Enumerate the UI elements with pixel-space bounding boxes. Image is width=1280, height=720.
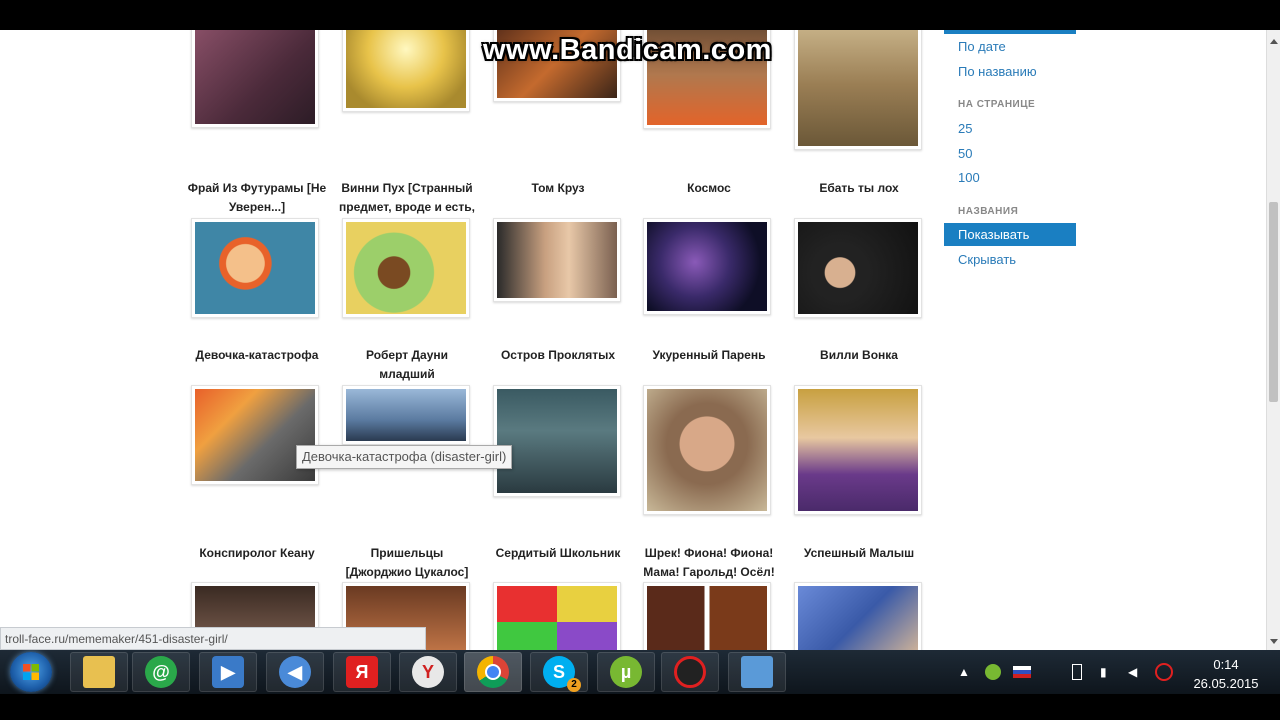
per-page-heading: НА СТРАНИЦЕ	[958, 99, 1036, 110]
taskbar-yandex[interactable]: Я	[333, 652, 391, 692]
bandicam-icon	[674, 656, 706, 688]
explorer-icon	[83, 656, 115, 688]
clock-date: 26.05.2015	[1193, 676, 1259, 691]
taskbar-utorrent[interactable]: µ	[597, 652, 655, 692]
taskbar-yandex-browser[interactable]: Y	[399, 652, 457, 692]
caption-fry[interactable]: Фрай Из Футурамы [Не Уверен...]	[187, 179, 327, 217]
taskbar-media-player[interactable]: ▶	[199, 652, 257, 692]
meme-thumb-dancing-kids[interactable]	[794, 30, 922, 150]
per-page-25-link[interactable]: 25	[958, 121, 972, 136]
meme-thumb-fry[interactable]	[191, 218, 319, 318]
caption-stoned-guy[interactable]: Укуренный Парень	[639, 346, 779, 365]
chrome-icon	[477, 656, 509, 688]
sort-by-date-link[interactable]: По дате	[958, 39, 1006, 54]
meme-thumb-cosmos[interactable]	[643, 218, 771, 315]
tray-battery-icon[interactable]	[1072, 650, 1082, 694]
sidebar-active-sort-indicator	[944, 30, 1076, 34]
caption-lox[interactable]: Ебать ты лох	[789, 179, 929, 198]
yandex-browser-icon: Y	[412, 656, 444, 688]
caption-shutter-island[interactable]: Остров Проклятых	[488, 346, 628, 365]
caption-shrek[interactable]: Шрек! Фиона! Фиона! Мама! Гарольд! Осёл!	[639, 544, 779, 582]
meme-thumb-stoned-guy[interactable]	[643, 385, 771, 515]
utorrent-icon: µ	[610, 656, 642, 688]
browser-status-url: troll-face.ru/mememaker/451-disaster-gir…	[0, 627, 426, 650]
recording-top-bar	[0, 0, 1280, 30]
tray-network-icon[interactable]: ▮	[1100, 650, 1107, 694]
scroll-down-arrow-icon[interactable]	[1270, 639, 1278, 644]
meme-thumb-shutter-island[interactable]	[493, 385, 621, 497]
taskbar-mail-agent[interactable]: @	[132, 652, 190, 692]
taskbar-skype[interactable]: S2	[530, 652, 588, 692]
caption-keanu[interactable]: Конспиролог Кеану	[187, 544, 327, 563]
tray-bandicam-icon[interactable]	[1155, 650, 1173, 694]
sound-icon: ◀	[279, 656, 311, 688]
yandex-icon: Я	[346, 656, 378, 688]
meme-thumb-angry-schoolboy[interactable]	[493, 582, 621, 650]
taskbar-chrome[interactable]	[464, 652, 522, 692]
taskbar-photo-viewer[interactable]	[728, 652, 786, 692]
meme-thumb-tom-cruise[interactable]	[493, 218, 621, 302]
taskbar-bandicam[interactable]	[661, 652, 719, 692]
names-heading: НАЗВАНИЯ	[958, 206, 1019, 217]
taskbar-explorer[interactable]	[70, 652, 128, 692]
caption-winnie[interactable]: Винни Пух [Странный предмет, вроде и ест…	[337, 179, 477, 217]
caption-willy-wonka[interactable]: Вилли Вонка	[789, 346, 929, 365]
mail-agent-icon: @	[145, 656, 177, 688]
thumbnail-tooltip: Девочка-катастрофа (disaster-girl)	[296, 445, 513, 469]
meme-thumb-robert-light[interactable]	[342, 30, 470, 112]
taskbar-sound[interactable]: ◀	[266, 652, 324, 692]
skype-notification-badge: 2	[567, 678, 581, 692]
recording-bottom-bar	[0, 694, 1280, 720]
names-show-option[interactable]: Показывать	[944, 223, 1076, 246]
caption-success-kid[interactable]: Успешный Малыш	[789, 544, 929, 563]
caption-aliens[interactable]: Пришельцы [Джорджио Цукалос]	[337, 544, 477, 582]
windows-taskbar: @ ▶ ◀ Я Y S2 µ ▲ ▮ ◀ 0:14 26.05.2015	[0, 650, 1280, 694]
meme-thumb-disaster-girl[interactable]	[191, 385, 319, 485]
web-page: Фрай Из Футурамы [Не Уверен...] Винни Пу…	[0, 30, 1266, 650]
meme-thumb-winnie[interactable]	[342, 218, 470, 318]
meme-thumb-lox[interactable]	[794, 218, 922, 318]
per-page-100-link[interactable]: 100	[958, 170, 980, 185]
scrollbar-thumb[interactable]	[1269, 202, 1278, 402]
windows-logo-icon	[23, 664, 39, 680]
photo-viewer-icon	[741, 656, 773, 688]
meme-thumb-willy-wonka[interactable]	[794, 385, 922, 515]
taskbar-clock[interactable]: 0:14 26.05.2015	[1186, 655, 1266, 693]
tray-utorrent-icon[interactable]	[985, 650, 1001, 694]
sort-by-name-link[interactable]: По названию	[958, 64, 1037, 79]
meme-thumb-robert-smirk[interactable]	[191, 30, 319, 128]
scroll-up-arrow-icon[interactable]	[1270, 39, 1278, 44]
page-scrollbar[interactable]	[1266, 30, 1280, 650]
meme-thumb-success-kid[interactable]	[794, 582, 922, 650]
bandicam-watermark: www.Bandicam.com	[483, 34, 772, 66]
tray-show-hidden-icon[interactable]: ▲	[958, 650, 970, 694]
meme-thumb-shrek[interactable]	[643, 582, 771, 650]
start-button[interactable]	[10, 652, 52, 692]
clock-time: 0:14	[1213, 657, 1239, 672]
names-hide-option[interactable]: Скрывать	[958, 252, 1016, 267]
media-player-icon: ▶	[212, 656, 244, 688]
caption-robert-downey[interactable]: Роберт Дауни младший	[337, 346, 477, 384]
meme-thumb-robert-downey[interactable]	[342, 385, 470, 445]
caption-angry-schoolboy[interactable]: Сердитый Школьник	[488, 544, 628, 563]
caption-tom-cruise[interactable]: Том Круз	[488, 179, 628, 198]
caption-cosmos[interactable]: Космос	[639, 179, 779, 198]
tray-language-icon[interactable]	[1013, 650, 1031, 694]
caption-disaster-girl[interactable]: Девочка-катастрофа	[187, 346, 327, 365]
skype-icon: S2	[543, 656, 581, 692]
tray-volume-icon[interactable]: ◀	[1128, 650, 1137, 694]
per-page-50-link[interactable]: 50	[958, 146, 972, 161]
